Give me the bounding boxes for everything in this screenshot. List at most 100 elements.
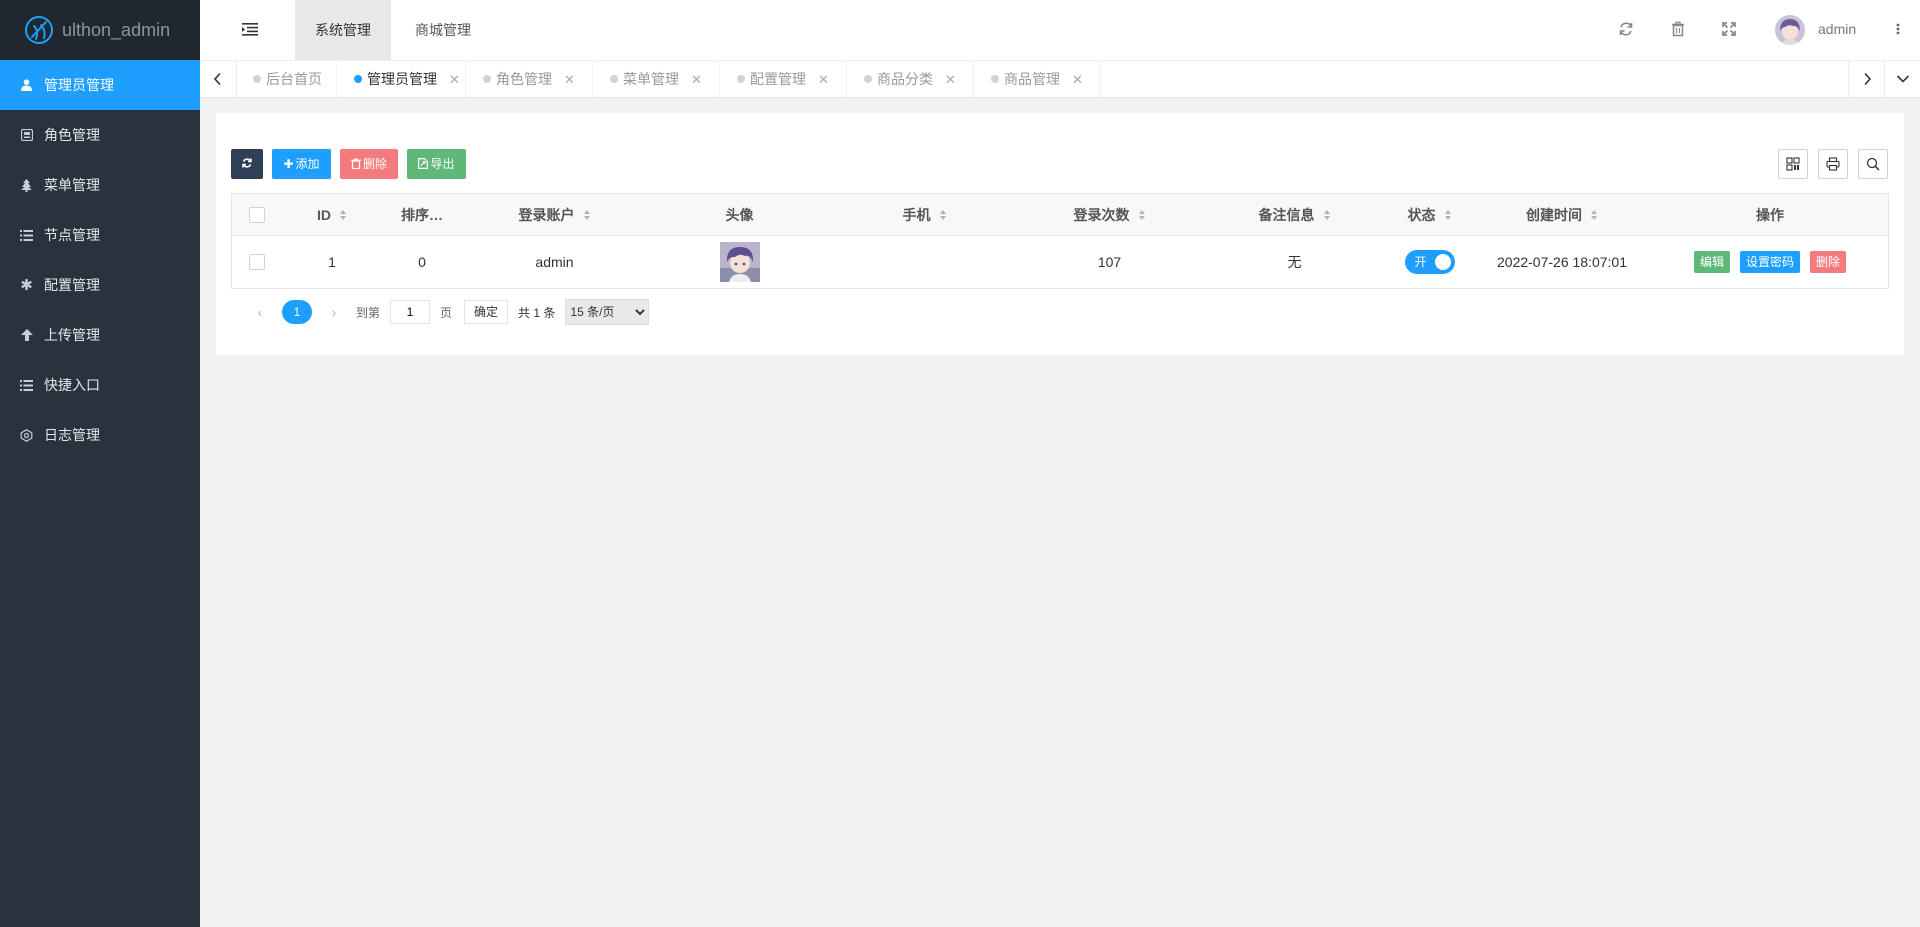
print-button[interactable] — [1818, 149, 1848, 179]
goto-confirm-button[interactable]: 确定 — [464, 300, 509, 324]
trash-icon[interactable] — [1669, 20, 1687, 38]
sidebar-item-role[interactable]: 角色管理 — [0, 110, 200, 160]
sidebar-item-menu[interactable]: 菜单管理 — [0, 160, 200, 210]
toggle-knob — [1434, 254, 1451, 270]
status-toggle[interactable]: 开 — [1404, 250, 1455, 274]
top-tab-system[interactable]: 系统管理 — [295, 0, 391, 60]
sort-icon[interactable] — [939, 209, 947, 221]
search-toggle-button[interactable] — [1858, 149, 1888, 179]
column-header-status[interactable]: 状态 — [1387, 194, 1472, 235]
fullscreen-icon[interactable] — [1720, 20, 1738, 38]
set-password-button[interactable]: 设置密码 — [1739, 251, 1800, 273]
row-delete-button[interactable]: 删除 — [1810, 251, 1847, 273]
tab-admin[interactable]: 管理员管理 ✕ — [337, 61, 466, 97]
tab-goods[interactable]: 商品管理 ✕ — [974, 61, 1101, 97]
refresh-button[interactable] — [231, 149, 263, 179]
column-header-username[interactable]: 登录账户 — [462, 194, 647, 235]
refresh-icon[interactable] — [1617, 20, 1635, 38]
sidebar-item-shortcut[interactable]: 快捷入口 — [0, 360, 200, 410]
row-avatar-image[interactable] — [719, 242, 760, 282]
logo-icon — [25, 16, 53, 44]
tab-label: 后台首页 — [266, 71, 322, 87]
sort-icon[interactable] — [1444, 209, 1452, 221]
sort-icon[interactable] — [1138, 209, 1146, 221]
sidebar-item-admin[interactable]: 管理员管理 — [0, 60, 200, 110]
column-header-sort[interactable]: 排序… — [382, 194, 462, 235]
plus-icon: ✚ — [283, 157, 294, 171]
next-page-icon[interactable]: › — [320, 304, 348, 320]
page-number-input[interactable] — [390, 300, 431, 324]
top-tab-mall[interactable]: 商城管理 — [395, 0, 491, 60]
close-icon[interactable]: ✕ — [449, 72, 460, 87]
sort-icon[interactable] — [1590, 209, 1598, 221]
close-icon[interactable]: ✕ — [691, 72, 702, 87]
sort-icon[interactable] — [1323, 209, 1331, 221]
tab-config[interactable]: 配置管理 ✕ — [720, 61, 847, 97]
tab-goods-category[interactable]: 商品分类 ✕ — [847, 61, 974, 97]
sidebar-item-label: 快捷入口 — [44, 377, 100, 393]
sidebar-item-node[interactable]: 节点管理 — [0, 210, 200, 260]
tab-scroll-left-button[interactable] — [200, 61, 237, 97]
logo[interactable]: ulthon_admin — [0, 0, 200, 60]
table-header: ID 排序… 登录账户 头像 手机 登录次数 备注信息 状态 创建时间 操作 — [232, 194, 1888, 236]
tab-label: 角色管理 — [496, 71, 552, 87]
sidebar-item-config[interactable]: ✱ 配置管理 — [0, 260, 200, 310]
sort-icon[interactable] — [339, 209, 347, 221]
current-page[interactable]: 1 — [282, 300, 312, 324]
column-header-label: 操作 — [1756, 206, 1784, 223]
close-icon[interactable]: ✕ — [818, 72, 829, 87]
chevron-down-icon — [1896, 75, 1910, 83]
tab-dot — [253, 75, 261, 83]
goto-label: 到第 — [356, 305, 381, 320]
column-header-created[interactable]: 创建时间 — [1472, 194, 1652, 235]
tab-dot — [610, 75, 618, 83]
menu-toggle-icon[interactable] — [242, 22, 258, 36]
close-icon[interactable]: ✕ — [945, 72, 956, 87]
column-header-remark[interactable]: 备注信息 — [1202, 194, 1387, 235]
tab-menu[interactable]: 菜单管理 ✕ — [593, 61, 720, 97]
user-avatar[interactable] — [1775, 15, 1805, 45]
sidebar-item-upload[interactable]: 上传管理 — [0, 310, 200, 360]
sidebar-item-label: 配置管理 — [44, 277, 100, 293]
sidebar-item-label: 上传管理 — [44, 327, 100, 343]
cell-created: 2022-07-26 18:07:01 — [1497, 254, 1627, 270]
more-vertical-icon[interactable] — [1893, 20, 1903, 38]
prev-page-icon[interactable]: ‹ — [246, 304, 274, 320]
cell-phone — [832, 236, 1017, 288]
cell-actions: 编辑 设置密码 删除 — [1652, 236, 1888, 288]
log-icon — [20, 428, 33, 442]
select-all-checkbox[interactable] — [249, 206, 265, 223]
header-username[interactable]: admin — [1818, 21, 1856, 37]
tab-role[interactable]: 角色管理 ✕ — [466, 61, 593, 97]
delete-button-label: 删除 — [362, 157, 387, 171]
tab-scroll-right-button[interactable] — [1848, 61, 1885, 97]
cell-sort: 0 — [418, 254, 426, 270]
column-header-phone[interactable]: 手机 — [832, 194, 1017, 235]
export-button-label: 导出 — [430, 157, 455, 171]
admin-table: ID 排序… 登录账户 头像 手机 登录次数 备注信息 状态 创建时间 操作 1… — [231, 193, 1889, 289]
upload-arrow-icon — [20, 329, 33, 342]
row-checkbox[interactable] — [249, 254, 265, 270]
add-button[interactable]: ✚ 添加 — [272, 149, 331, 179]
per-page-select[interactable]: 15 条/页 — [565, 299, 650, 325]
sidebar-item-log[interactable]: 日志管理 — [0, 410, 200, 460]
search-icon — [1866, 157, 1880, 171]
close-icon[interactable]: ✕ — [564, 72, 575, 87]
edit-button[interactable]: 编辑 — [1693, 251, 1730, 273]
column-header-login-count[interactable]: 登录次数 — [1017, 194, 1202, 235]
column-header-avatar: 头像 — [647, 194, 832, 235]
close-icon[interactable]: ✕ — [1072, 72, 1083, 87]
sidebar-item-label: 角色管理 — [44, 127, 100, 143]
export-button[interactable]: 导出 — [407, 149, 466, 179]
cell-remark: 无 — [1287, 254, 1302, 270]
row-select-cell — [232, 236, 282, 288]
tab-dropdown-button[interactable] — [1884, 61, 1920, 97]
column-header-id[interactable]: ID — [282, 194, 382, 235]
tab-dot — [354, 75, 362, 83]
tab-dot — [991, 75, 999, 83]
delete-button[interactable]: 删除 — [340, 149, 398, 179]
header-select-all-cell — [232, 194, 282, 235]
tab-home[interactable]: 后台首页 — [236, 61, 337, 97]
columns-filter-button[interactable] — [1778, 149, 1808, 179]
sort-icon[interactable] — [583, 209, 591, 221]
